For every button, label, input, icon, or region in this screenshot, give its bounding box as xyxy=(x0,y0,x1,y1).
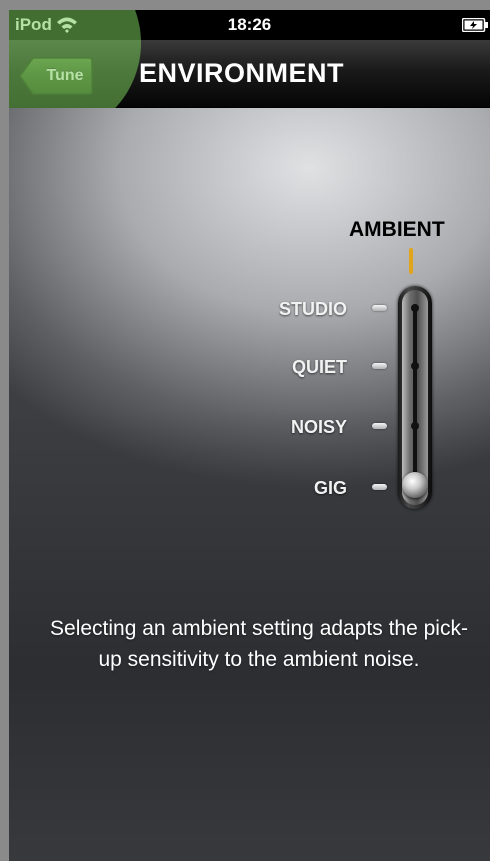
level-indicator-studio xyxy=(372,305,387,311)
status-time: 18:26 xyxy=(227,15,272,34)
slider-groove xyxy=(402,290,428,505)
ambient-slider[interactable] xyxy=(398,286,432,509)
navigation-bar: Tune ENVIRONMENT xyxy=(9,40,490,108)
level-indicator-quiet xyxy=(372,363,387,369)
page-title: ENVIRONMENT xyxy=(139,58,345,88)
slider-stop-noisy xyxy=(411,422,419,430)
level-indicator-noisy xyxy=(372,423,387,429)
level-label-studio[interactable]: STUDIO xyxy=(237,299,347,320)
battery-charging-icon xyxy=(462,18,488,32)
description-text: Selecting an ambient setting adapts the … xyxy=(50,617,468,671)
slider-knob[interactable] xyxy=(402,472,428,498)
status-bar: iPod 18:26 xyxy=(9,10,490,40)
environment-panel: AMBIENT STUDIO QUIET NOISY GIG Selecting… xyxy=(9,108,490,861)
ambient-pointer xyxy=(409,248,413,274)
slider-stop-studio xyxy=(411,304,419,312)
device-screen: iPod 18:26 Tune ENVIRONMENT AMBIENT STUD… xyxy=(9,10,490,861)
slider-stop-quiet xyxy=(411,362,419,370)
ambient-title: AMBIENT xyxy=(349,218,445,241)
slider-rail xyxy=(413,304,417,489)
back-button[interactable]: Tune xyxy=(19,57,93,95)
level-indicator-gig xyxy=(372,484,387,490)
level-label-noisy[interactable]: NOISY xyxy=(237,417,347,438)
level-label-quiet[interactable]: QUIET xyxy=(237,357,347,378)
level-label-gig[interactable]: GIG xyxy=(237,478,347,499)
back-button-label: Tune xyxy=(46,67,84,84)
